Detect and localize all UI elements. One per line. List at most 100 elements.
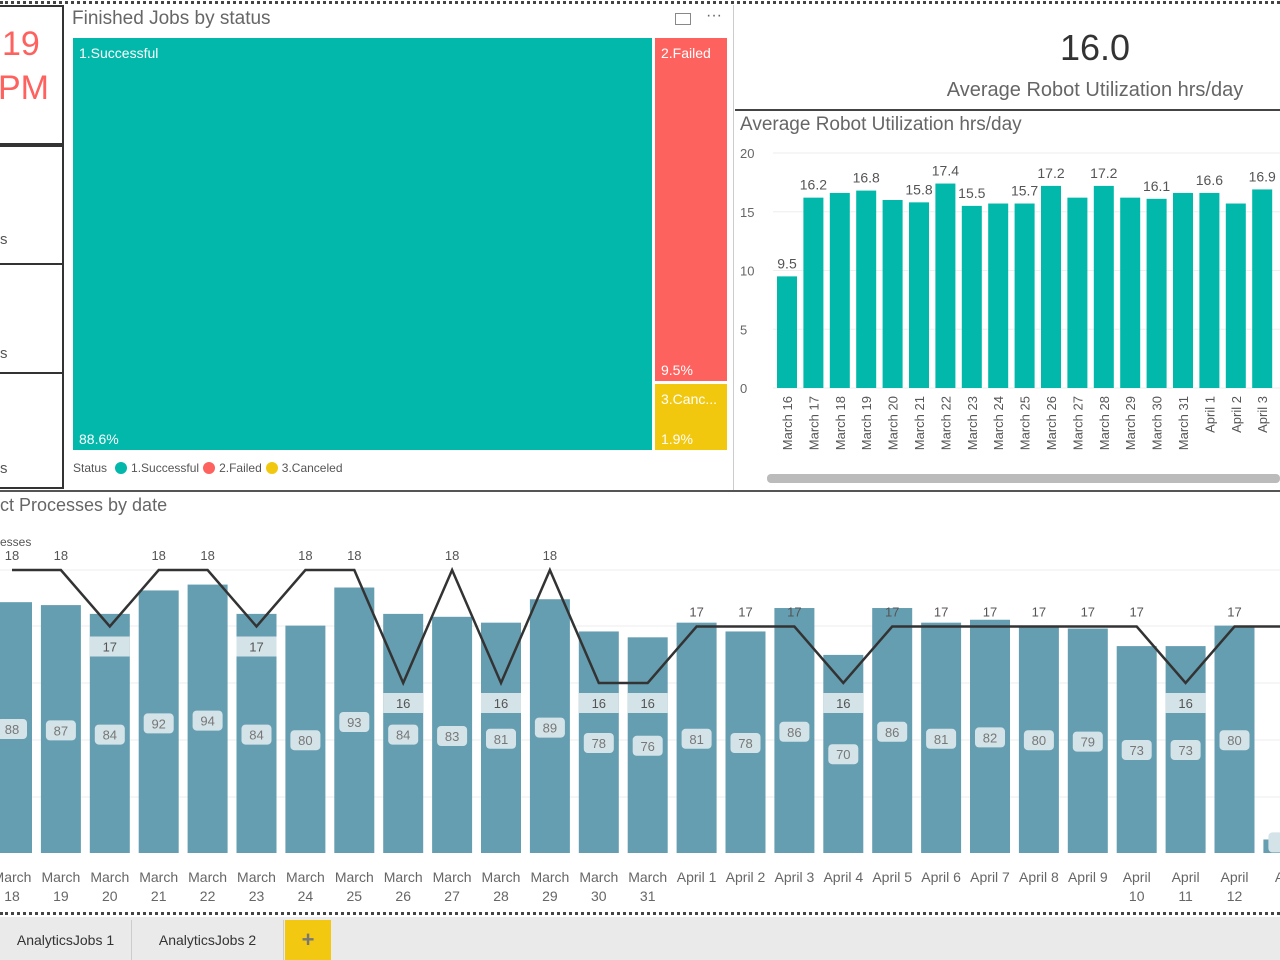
card-2: s	[0, 145, 64, 265]
line-data-label: 16	[640, 696, 654, 711]
x-tick-label: 23	[249, 888, 265, 904]
line-data-label: 17	[934, 605, 948, 620]
card-2-label: s	[0, 231, 8, 248]
x-tick-label: April 5	[872, 869, 912, 885]
x-tick-label: March	[482, 869, 521, 885]
legend-item[interactable]: 2.Failed	[219, 461, 262, 475]
bar	[1146, 198, 1167, 388]
data-label: 16.1	[1143, 178, 1170, 194]
treemap-panel[interactable]: Finished Jobs by status ··· 1.Successful…	[66, 5, 734, 491]
bar-label-box	[1268, 832, 1280, 853]
more-options-icon[interactable]: ···	[706, 7, 722, 25]
bar	[1199, 192, 1220, 388]
data-label: 17.4	[932, 163, 959, 179]
legend-item[interactable]: 1.Successful	[131, 461, 199, 475]
x-tick-label: 11	[1178, 888, 1193, 904]
card-time: 19 PM	[0, 5, 64, 145]
processes-chart-title: ct Processes by date	[0, 495, 168, 515]
bar-data-label: 81	[494, 732, 508, 747]
x-tick-label: April 8	[1019, 869, 1059, 885]
line-data-label: 16	[836, 696, 850, 711]
add-page-button[interactable]: +	[285, 920, 331, 960]
treemap-tile-successful[interactable]: 1.Successful 88.6%	[73, 38, 652, 450]
x-tick-label: 21	[151, 888, 167, 904]
legend-item[interactable]: 3.Canceled	[282, 461, 343, 475]
card-4-label: s	[0, 460, 8, 477]
x-tick-label: 27	[444, 888, 460, 904]
x-tick-label: April 1	[677, 869, 717, 885]
x-tick-label: 12	[1227, 888, 1243, 904]
line-data-label: 16	[1178, 696, 1192, 711]
bar	[1225, 203, 1246, 388]
line-data-label: 16	[396, 696, 410, 711]
x-tick-label: March	[579, 869, 618, 885]
bar-data-label: 82	[983, 730, 997, 745]
focus-mode-icon[interactable]	[675, 13, 691, 25]
bar-data-label: 84	[249, 728, 263, 743]
x-tick-label: April	[1172, 869, 1200, 885]
tab-analyticsjobs-2[interactable]: AnalyticsJobs 2	[132, 920, 284, 960]
line-data-label: 17	[885, 605, 899, 620]
x-tick-label: April 2	[1229, 396, 1244, 433]
x-tick-label: 18	[4, 888, 20, 904]
x-tick-label: 10	[1129, 888, 1145, 904]
bar	[1041, 185, 1061, 388]
line-data-label: 18	[151, 550, 165, 563]
bar-data-label: 78	[738, 736, 752, 751]
bar-data-label: 73	[1129, 743, 1143, 758]
kpi-value: 16.0	[1059, 27, 1131, 68]
horizontal-scrollbar[interactable]	[767, 474, 1280, 483]
tile-label: 1.Successful	[79, 45, 159, 61]
tile-pct: 9.5%	[661, 362, 693, 378]
tab-analyticsjobs-1[interactable]: AnalyticsJobs 1	[0, 920, 132, 960]
legend-dot-icon	[203, 462, 216, 474]
line-data-label: 18	[445, 550, 459, 563]
treemap-tile-failed[interactable]: 2.Failed 9.5%	[655, 38, 727, 381]
x-tick-label: March 17	[806, 396, 821, 450]
bar	[909, 202, 929, 388]
x-tick-label: 22	[200, 888, 216, 904]
card-3: s	[0, 263, 64, 374]
legend-dot-icon	[115, 462, 128, 474]
card-4: s	[0, 372, 64, 489]
x-tick-label: April 3	[775, 869, 815, 885]
data-label: 16.6	[1196, 172, 1223, 188]
x-tick-label: March 16	[780, 396, 795, 450]
kpi-card: 16.0 Average Robot Utilization hrs/day	[735, 5, 1280, 111]
x-tick-label: March	[286, 869, 325, 885]
x-tick-label: 31	[640, 888, 656, 904]
x-tick-label: March	[384, 869, 423, 885]
line-data-label: 18	[543, 550, 557, 563]
card-time-line2: PM	[0, 69, 49, 107]
data-label: 15.8	[905, 181, 932, 197]
bar	[856, 190, 877, 388]
x-tick-label: April 9	[1068, 869, 1108, 885]
data-label: 17.2	[1090, 165, 1117, 181]
data-label: 16.2	[800, 177, 827, 193]
bar-data-label: 86	[787, 725, 801, 740]
bar	[1252, 189, 1273, 388]
processes-legend: esses	[0, 535, 32, 549]
processes-combo-chart: 88 87 84 92 94 84 80 93 84 83 81 89 78 76 81 78 86 70 86 81…	[0, 550, 1280, 904]
bar	[803, 197, 824, 388]
x-tick-label: March 28	[1097, 396, 1112, 450]
data-label: 16.9	[1249, 168, 1276, 184]
x-tick-label: March	[335, 869, 374, 885]
bar	[961, 205, 982, 388]
x-tick-label: April 3	[1255, 396, 1270, 433]
treemap-tile-canceled[interactable]: 3.Canc... 1.9%	[655, 384, 727, 450]
line-data-label: 18	[5, 550, 19, 563]
bar-data-label: 80	[298, 733, 312, 748]
y-tick-label: 0	[740, 381, 747, 396]
line-data-label: 17	[1129, 605, 1143, 620]
bar-data-label: 93	[347, 715, 361, 730]
tile-pct: 88.6%	[79, 431, 119, 447]
x-tick-label: April 6	[921, 869, 961, 885]
bar-data-label: 84	[396, 728, 410, 743]
x-tick-label: April 1	[1202, 396, 1217, 433]
line-data-label: 18	[200, 550, 214, 563]
tile-pct: 1.9%	[661, 431, 693, 447]
line-data-label: 17	[103, 640, 117, 655]
line-data-label: 18	[347, 550, 361, 563]
bar-data-label: 94	[200, 714, 214, 729]
